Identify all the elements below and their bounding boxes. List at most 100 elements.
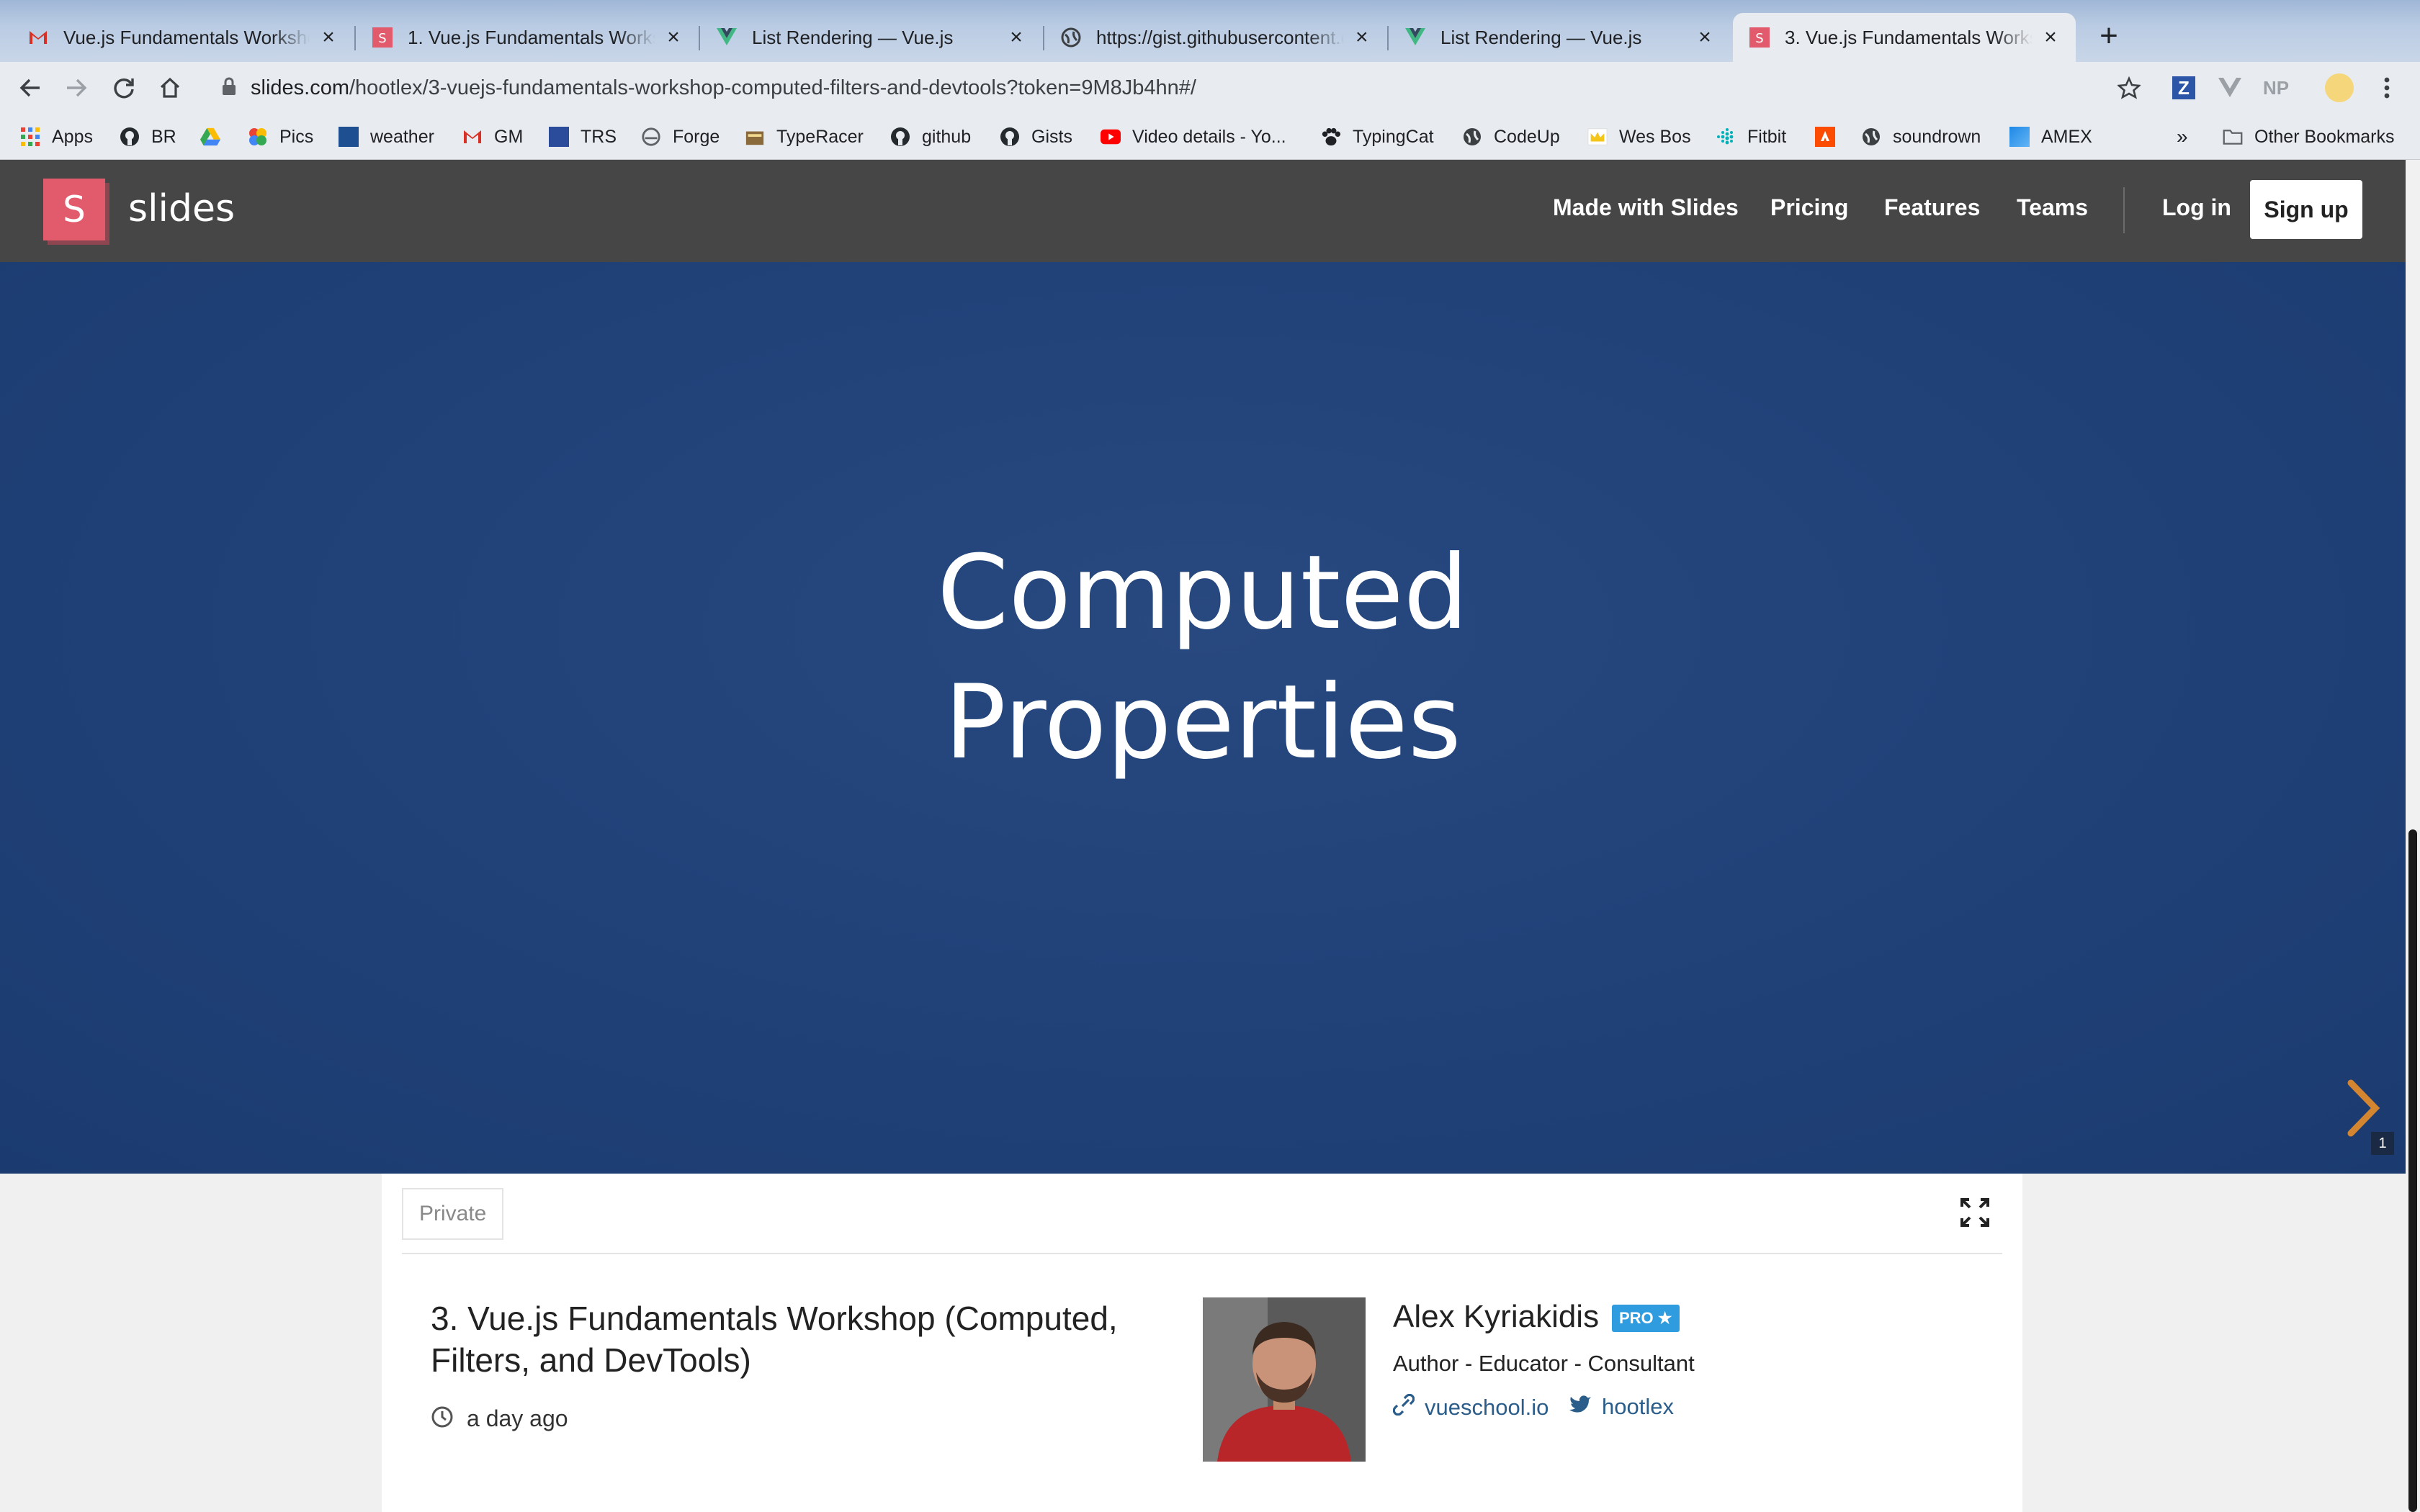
bookmark-gists[interactable]: Gists (1000, 124, 1072, 150)
signup-button[interactable]: Sign up (2250, 180, 2362, 239)
bookmark-amex[interactable]: AMEX (2009, 124, 2092, 150)
login-link[interactable]: Log in (2162, 194, 2231, 221)
vue-icon (716, 27, 738, 48)
logo-text[interactable]: slides (128, 187, 235, 230)
reload-icon[interactable] (105, 69, 143, 107)
gmail-icon (27, 27, 49, 48)
slides-icon: S (1749, 27, 1770, 48)
np-icon[interactable]: NP (2260, 72, 2292, 104)
menu-icon[interactable] (2371, 72, 2403, 104)
new-tab-button[interactable]: + (2089, 19, 2129, 55)
zotero-icon[interactable]: Z (2168, 72, 2200, 104)
link-icon (1392, 1393, 1415, 1421)
slides-icon: S (372, 27, 393, 48)
avatar-icon[interactable] (2323, 72, 2355, 104)
next-slide-icon[interactable] (2341, 1076, 2384, 1140)
bookmark-trs[interactable]: TRS (549, 124, 617, 150)
strava-icon (1815, 127, 1835, 147)
close-icon[interactable]: × (1694, 25, 1716, 50)
bookmark-br[interactable]: BR (120, 124, 176, 150)
nav-teams[interactable]: Teams (2017, 194, 2088, 221)
gmail-icon (462, 127, 483, 147)
globe-icon (1060, 27, 1082, 48)
scrollbar-thumb[interactable] (2408, 829, 2417, 1512)
bookmark-fitbit[interactable]: Fitbit (1716, 124, 1786, 150)
nav-made-with-slides[interactable]: Made with Slides (1553, 194, 1739, 221)
other-bookmarks[interactable]: Other Bookmarks (2223, 124, 2395, 150)
author-role: Author - Educator - Consultant (1393, 1351, 1695, 1376)
deck-timestamp: a day ago (431, 1405, 568, 1432)
page-scrollbar[interactable] (2406, 160, 2420, 1512)
nav-divider (2123, 187, 2125, 233)
lock-icon (222, 77, 236, 99)
fitbit-icon (1716, 127, 1736, 147)
photos-icon (248, 127, 268, 147)
amex-icon (2009, 127, 2030, 147)
slide-viewer[interactable]: Computed Properties 1 (0, 262, 2406, 1174)
slide-title: Computed Properties (937, 534, 1469, 782)
nav-features[interactable]: Features (1884, 194, 1980, 221)
bookmarks-overflow-button[interactable]: » (2177, 124, 2188, 150)
nav-pricing[interactable]: Pricing (1770, 194, 1848, 221)
bookmark-drive[interactable] (200, 124, 220, 150)
browser-tab[interactable]: S 1. Vue.js Fundamentals Workshop × (356, 13, 700, 62)
bookmark-star-icon[interactable] (2113, 72, 2145, 104)
back-icon[interactable] (12, 69, 49, 107)
folder-icon (2223, 127, 2243, 147)
home-icon[interactable] (151, 69, 189, 107)
deck-title: 3. Vue.js Fundamentals Workshop (Compute… (431, 1300, 1118, 1379)
bookmark-typingcat[interactable]: TypingCat (1321, 124, 1434, 150)
url-text: slides.com/hootlex/3-vuejs-fundamentals-… (251, 76, 1196, 99)
author-twitter-link[interactable]: hootlex (1569, 1394, 1674, 1420)
bookmark-soundrown[interactable]: soundrown (1861, 124, 1981, 150)
tab-title: List Rendering — Vue.js (752, 26, 954, 48)
bookmark-codeup[interactable]: CodeUp (1462, 124, 1560, 150)
clock-icon (431, 1405, 454, 1432)
browser-tab[interactable]: https://gist.githubusercontent.com × (1044, 13, 1389, 62)
bookmarks-bar: Apps BR Pics weather GM TRS Forge TypeRa… (0, 114, 2420, 160)
author-name[interactable]: Alex Kyriakidis (1393, 1299, 1599, 1335)
bookmark-youtube[interactable]: Video details - Yo... (1101, 124, 1286, 150)
bookmark-weather[interactable]: weather (339, 124, 434, 150)
bookmark-strava[interactable] (1815, 124, 1835, 150)
vue-devtools-icon[interactable] (2214, 72, 2246, 104)
github-icon (120, 127, 140, 147)
bookmark-apps[interactable]: Apps (20, 124, 93, 150)
close-icon[interactable]: × (1005, 25, 1027, 50)
browser-tab[interactable]: List Rendering — Vue.js × (1389, 13, 1731, 62)
address-bar[interactable]: slides.com/hootlex/3-vuejs-fundamentals-… (202, 68, 2146, 108)
bookmark-github[interactable]: github (890, 124, 971, 150)
bookmark-forge[interactable]: Forge (641, 124, 720, 150)
pro-badge: PRO ★ (1612, 1305, 1680, 1332)
globe-icon (1861, 127, 1881, 147)
google-drive-icon (200, 127, 220, 147)
svg-text:S: S (378, 31, 386, 46)
bookmark-wesbos[interactable]: Wes Bos (1587, 124, 1691, 150)
close-icon[interactable]: × (2041, 25, 2060, 50)
close-icon[interactable]: × (1353, 25, 1372, 50)
svg-text:S: S (1755, 31, 1763, 46)
trs-icon (549, 127, 569, 147)
typeracer-icon (745, 127, 765, 147)
fullscreen-icon[interactable] (1959, 1197, 1991, 1228)
github-icon (1000, 127, 1020, 147)
browser-tab[interactable]: Vue.js Fundamentals Workshop × (12, 13, 356, 62)
browser-toolbar: slides.com/hootlex/3-vuejs-fundamentals-… (0, 62, 2420, 114)
author-website-link[interactable]: vueschool.io (1392, 1393, 1549, 1421)
tab-title: 3. Vue.js Fundamentals Workshop (1785, 26, 2033, 48)
site-header: S slides Made with Slides Pricing Featur… (0, 160, 2406, 262)
close-icon[interactable]: × (318, 25, 339, 50)
bookmark-typeracer[interactable]: TypeRacer (745, 124, 864, 150)
globe-icon (1462, 127, 1482, 147)
bookmark-gm[interactable]: GM (462, 124, 523, 150)
divider (402, 1253, 2002, 1254)
browser-tab[interactable]: List Rendering — Vue.js × (700, 13, 1044, 62)
twitter-icon (1569, 1394, 1592, 1420)
slides-logo[interactable]: S (43, 179, 105, 240)
close-icon[interactable]: × (664, 25, 683, 50)
author-avatar[interactable] (1203, 1297, 1366, 1462)
forward-icon[interactable] (58, 69, 95, 107)
browser-tab-active[interactable]: S 3. Vue.js Fundamentals Workshop × (1733, 13, 2076, 62)
tab-title: 1. Vue.js Fundamentals Workshop (408, 26, 655, 48)
bookmark-pics[interactable]: Pics (248, 124, 313, 150)
